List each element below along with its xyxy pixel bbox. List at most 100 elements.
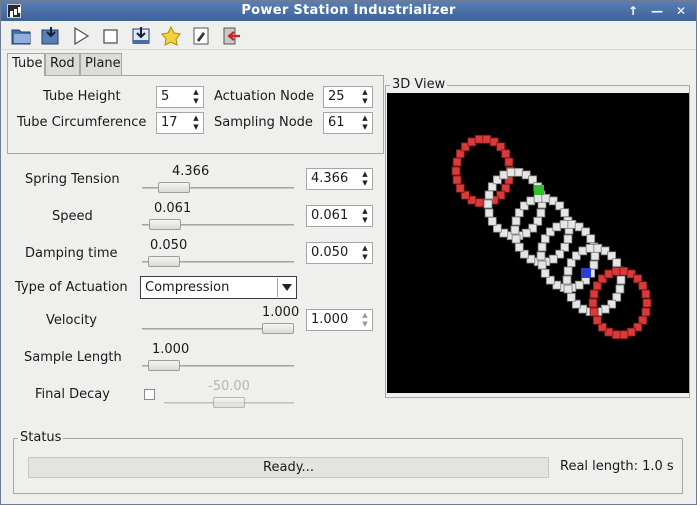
tube-node bbox=[559, 219, 569, 229]
tube-height-label: Tube Height bbox=[43, 89, 121, 104]
spring-tension-value: 4.366 bbox=[311, 171, 349, 186]
spring-tension-readout: 4.366 bbox=[172, 164, 210, 179]
spring-tension-spinbox[interactable]: 4.366 ▲ ▼ bbox=[306, 168, 373, 190]
tube-node bbox=[615, 284, 625, 294]
save-icon[interactable] bbox=[39, 25, 63, 47]
tube-node bbox=[537, 260, 547, 270]
final-decay-slider-handle[interactable] bbox=[213, 397, 245, 408]
edit-icon[interactable] bbox=[189, 25, 213, 47]
star-icon[interactable] bbox=[159, 25, 183, 47]
tube-node bbox=[537, 242, 547, 252]
tube-node bbox=[611, 266, 621, 276]
speed-slider-handle[interactable] bbox=[149, 219, 182, 230]
spin-arrows-icon[interactable]: ▲ ▼ bbox=[360, 244, 370, 262]
tube-node bbox=[526, 196, 536, 206]
view3d-title: 3D View bbox=[390, 77, 448, 92]
damping-time-value: 0.050 bbox=[311, 245, 349, 260]
tube-height-spinbox[interactable]: 5 ▲ ▼ bbox=[156, 86, 204, 108]
tube-node bbox=[510, 225, 520, 235]
tube-node bbox=[586, 234, 596, 244]
tab-tube[interactable]: Tube bbox=[7, 53, 45, 76]
tube-node bbox=[501, 149, 511, 159]
tube-height-value: 5 bbox=[161, 89, 170, 104]
speed-label: Speed bbox=[52, 209, 93, 224]
damping-time-spinbox[interactable]: 0.050 ▲ ▼ bbox=[306, 242, 373, 264]
export-icon[interactable] bbox=[129, 25, 153, 47]
spin-arrows-icon[interactable]: ▲ ▼ bbox=[191, 88, 201, 106]
tube-node bbox=[641, 289, 651, 299]
velocity-slider-handle[interactable] bbox=[262, 323, 294, 334]
tube-node bbox=[612, 258, 622, 268]
tube-node bbox=[451, 166, 461, 176]
spin-arrows-icon[interactable]: ▲ ▼ bbox=[360, 88, 370, 106]
spin-arrows-icon[interactable]: ▲ ▼ bbox=[360, 114, 370, 132]
exit-icon[interactable] bbox=[219, 25, 243, 47]
tube-node bbox=[641, 307, 651, 317]
tube-node bbox=[484, 208, 494, 218]
spin-arrows-icon[interactable]: ▲ ▼ bbox=[191, 114, 201, 132]
tube-node bbox=[533, 193, 543, 203]
sample-length-slider-handle[interactable] bbox=[148, 360, 180, 371]
chevron-down-icon[interactable] bbox=[277, 278, 295, 297]
tube-node bbox=[563, 284, 573, 294]
speed-spinbox[interactable]: 0.061 ▲ ▼ bbox=[306, 205, 373, 227]
velocity-value: 1.000 bbox=[311, 312, 349, 327]
tube-node bbox=[536, 208, 546, 218]
tube-node bbox=[563, 266, 573, 276]
tube-node bbox=[511, 234, 521, 244]
minimize-button[interactable]: — bbox=[647, 3, 667, 19]
tube-node bbox=[467, 137, 477, 147]
tube-node bbox=[642, 298, 652, 308]
tube-circumference-label: Tube Circumference bbox=[17, 115, 147, 130]
tube-node bbox=[616, 275, 626, 285]
actuation-type-label: Type of Actuation bbox=[15, 280, 128, 295]
tube-node bbox=[566, 292, 576, 302]
tube-node bbox=[560, 208, 570, 218]
tube-node bbox=[585, 243, 595, 253]
damping-time-slider-handle[interactable] bbox=[148, 256, 180, 267]
velocity-spinbox[interactable]: 1.000 ▲ ▼ bbox=[306, 309, 373, 331]
tube-node bbox=[521, 228, 531, 238]
tube-circumference-spinbox[interactable]: 17 ▲ ▼ bbox=[156, 112, 204, 134]
tube-node bbox=[562, 275, 572, 285]
tube-node bbox=[563, 234, 573, 244]
stop-icon[interactable] bbox=[99, 25, 123, 47]
final-decay-readout: -50.00 bbox=[208, 379, 250, 394]
spin-arrows-icon[interactable]: ▲ ▼ bbox=[360, 170, 370, 188]
actuation-type-value: Compression bbox=[145, 280, 230, 295]
tube-node bbox=[452, 157, 462, 167]
speed-value: 0.061 bbox=[311, 208, 349, 223]
velocity-label: Velocity bbox=[46, 313, 97, 328]
tube-node bbox=[604, 269, 614, 279]
final-decay-checkbox[interactable] bbox=[144, 389, 155, 400]
sampling-node-label: Sampling Node bbox=[214, 115, 313, 130]
actuation-node-label: Actuation Node bbox=[214, 89, 315, 104]
tab-plane[interactable]: Plane bbox=[80, 53, 122, 75]
tube-node bbox=[482, 134, 492, 144]
tube-node bbox=[483, 199, 493, 209]
tube-node bbox=[588, 298, 598, 308]
sampling-node-marker bbox=[581, 268, 591, 278]
tube-node bbox=[611, 330, 621, 340]
tube-node bbox=[511, 216, 521, 226]
tube-node bbox=[590, 251, 600, 261]
window-title: Power Station Industrializer bbox=[241, 3, 456, 18]
tube-node bbox=[638, 281, 648, 291]
sampling-node-spinbox[interactable]: 61 ▲ ▼ bbox=[323, 112, 373, 134]
tube-node bbox=[487, 216, 497, 226]
actuation-node-value: 25 bbox=[328, 89, 345, 104]
tab-rod[interactable]: Rod bbox=[45, 53, 80, 75]
actuation-type-select[interactable]: Compression bbox=[140, 276, 297, 299]
spin-arrows-icon[interactable]: ▲ ▼ bbox=[360, 311, 370, 329]
status-title: Status bbox=[18, 430, 64, 445]
restore-button[interactable]: ↑ bbox=[623, 3, 643, 19]
spin-arrows-icon[interactable]: ▲ ▼ bbox=[360, 207, 370, 225]
close-button[interactable]: ✕ bbox=[671, 3, 691, 19]
actuation-node-spinbox[interactable]: 25 ▲ ▼ bbox=[323, 86, 373, 108]
view3d-viewport[interactable] bbox=[387, 93, 689, 393]
tube-node bbox=[592, 315, 602, 325]
play-icon[interactable] bbox=[69, 25, 93, 47]
spring-tension-slider-handle[interactable] bbox=[157, 182, 190, 193]
open-icon[interactable] bbox=[9, 25, 33, 47]
tube-node bbox=[567, 219, 577, 229]
